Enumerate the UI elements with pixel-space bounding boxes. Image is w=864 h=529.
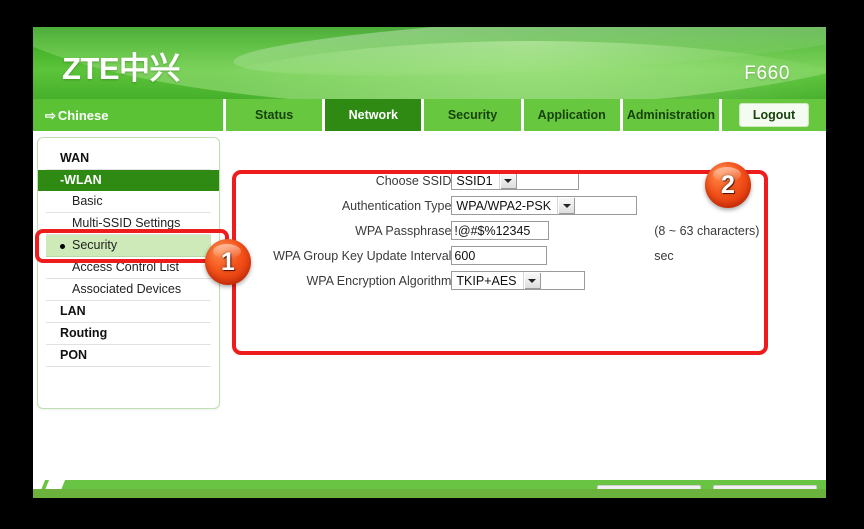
choose-ssid-value: SSID1 <box>456 173 493 188</box>
page-banner: ZTE中兴 F660 <box>33 27 826 99</box>
arrow-right-icon: ⇨ <box>45 107 56 123</box>
logout-button[interactable]: Logout <box>738 103 810 127</box>
nav-items-container: Status Network Security Application Admi… <box>226 99 720 131</box>
hint-wpa-encryption-algorithm <box>654 268 769 293</box>
tab-administration[interactable]: Administration <box>622 99 720 131</box>
chevron-down-icon[interactable] <box>498 172 517 189</box>
form-row-wpa-encryption-algorithm: WPA Encryption Algorithm TKIP+AES <box>257 268 769 293</box>
sidebar-item-access-control-list[interactable]: Access Control List <box>46 257 211 279</box>
sidebar-item-wan-label: WAN <box>60 151 90 165</box>
sidebar-item-wan[interactable]: WAN <box>46 148 211 170</box>
authentication-type-select[interactable]: WPA/WPA2-PSK <box>451 196 638 215</box>
sidebar-item-acl-label: Access Control List <box>72 260 179 274</box>
tab-network-label: Network <box>348 108 398 122</box>
form-row-wpa-passphrase: WPA Passphrase (8 ~ 63 characters) <box>257 218 769 243</box>
label-wpa-group-key-update-interval: WPA Group Key Update Interval <box>273 248 452 263</box>
sidebar-item-multi-ssid-settings[interactable]: Multi-SSID Settings <box>46 213 211 235</box>
sidebar-item-wlan[interactable]: -WLAN <box>38 170 219 191</box>
label-wpa-encryption-algorithm: WPA Encryption Algorithm <box>306 273 452 288</box>
label-wpa-passphrase: WPA Passphrase <box>355 223 452 238</box>
choose-ssid-select[interactable]: SSID1 <box>451 171 580 190</box>
form-row-authentication-type: Authentication Type WPA/WPA2-PSK <box>257 193 769 218</box>
label-authentication-type: Authentication Type <box>341 198 452 213</box>
device-model-label: F660 <box>744 63 790 84</box>
sidebar-item-security-label: Security <box>72 238 118 252</box>
main-navigation-bar: ⇨ Chinese Status Network Security Applic… <box>33 99 826 131</box>
tab-status-label: Status <box>255 108 294 122</box>
wlan-security-table: Choose SSID SSID1 Authentication Type WP… <box>257 168 769 293</box>
authentication-type-value: WPA/WPA2-PSK <box>456 198 552 213</box>
sidebar-item-wlan-label: -WLAN <box>60 173 102 187</box>
annotation-badge-1: 1 <box>205 239 251 285</box>
wlan-security-form: Choose SSID SSID1 Authentication Type WP… <box>257 144 769 316</box>
screenshot-root: ZTE中兴 F660 ⇨ Chinese Status Network Secu… <box>0 0 864 529</box>
sidebar-item-routing-label: Routing <box>60 326 108 340</box>
tab-security[interactable]: Security <box>424 99 521 131</box>
label-choose-ssid: Choose SSID <box>375 173 452 188</box>
router-admin-page: ZTE中兴 F660 ⇨ Chinese Status Network Secu… <box>33 27 826 498</box>
sidebar-item-pon[interactable]: PON <box>46 345 211 367</box>
sidebar-item-associated-devices[interactable]: Associated Devices <box>46 279 211 301</box>
tab-application-label: Application <box>537 108 606 122</box>
sidebar-item-basic[interactable]: Basic <box>46 191 211 213</box>
form-row-wpa-group-key-update-interval: WPA Group Key Update Interval sec <box>257 243 769 268</box>
sidebar-wrapper: WAN -WLAN Basic Multi-SSID Settings Secu… <box>33 131 223 474</box>
chevron-down-icon[interactable] <box>522 272 541 289</box>
tab-security-label: Security <box>447 108 498 122</box>
tab-network[interactable]: Network <box>325 99 422 131</box>
wpa-encryption-algorithm-select[interactable]: TKIP+AES <box>451 271 586 290</box>
sidebar-item-routing[interactable]: Routing <box>46 323 211 345</box>
language-switch-chinese[interactable]: ⇨ Chinese <box>33 99 223 131</box>
page-bottom-green-strip <box>33 489 826 498</box>
sidebar-item-lan-label: LAN <box>60 304 86 318</box>
tab-administration-label: Administration <box>626 108 716 122</box>
sidebar-item-lan[interactable]: LAN <box>46 301 211 323</box>
sidebar-menu: WAN -WLAN Basic Multi-SSID Settings Secu… <box>37 137 220 409</box>
sidebar-item-security[interactable]: Security <box>46 235 211 257</box>
sidebar-item-associated-devices-label: Associated Devices <box>72 282 182 296</box>
logout-cell: Logout <box>722 99 826 131</box>
tab-application[interactable]: Application <box>523 99 620 131</box>
form-row-choose-ssid: Choose SSID SSID1 <box>257 168 769 193</box>
wpa-passphrase-input[interactable] <box>451 221 550 240</box>
bullet-icon <box>60 244 65 249</box>
wpa-group-key-update-interval-input[interactable] <box>451 246 548 265</box>
annotation-badge-2: 2 <box>705 162 751 208</box>
chevron-down-icon[interactable] <box>557 197 576 214</box>
language-switch-label: Chinese <box>57 107 109 123</box>
hint-wpa-passphrase: (8 ~ 63 characters) <box>654 223 760 238</box>
sidebar-item-pon-label: PON <box>60 348 88 362</box>
sidebar-item-multi-ssid-label: Multi-SSID Settings <box>72 216 181 230</box>
hint-wpa-group-key-update-interval: sec <box>654 248 674 263</box>
sidebar-item-basic-label: Basic <box>72 194 103 208</box>
wpa-encryption-algorithm-value: TKIP+AES <box>456 273 517 288</box>
zte-logo: ZTE中兴 <box>62 51 181 86</box>
tab-status[interactable]: Status <box>226 99 323 131</box>
